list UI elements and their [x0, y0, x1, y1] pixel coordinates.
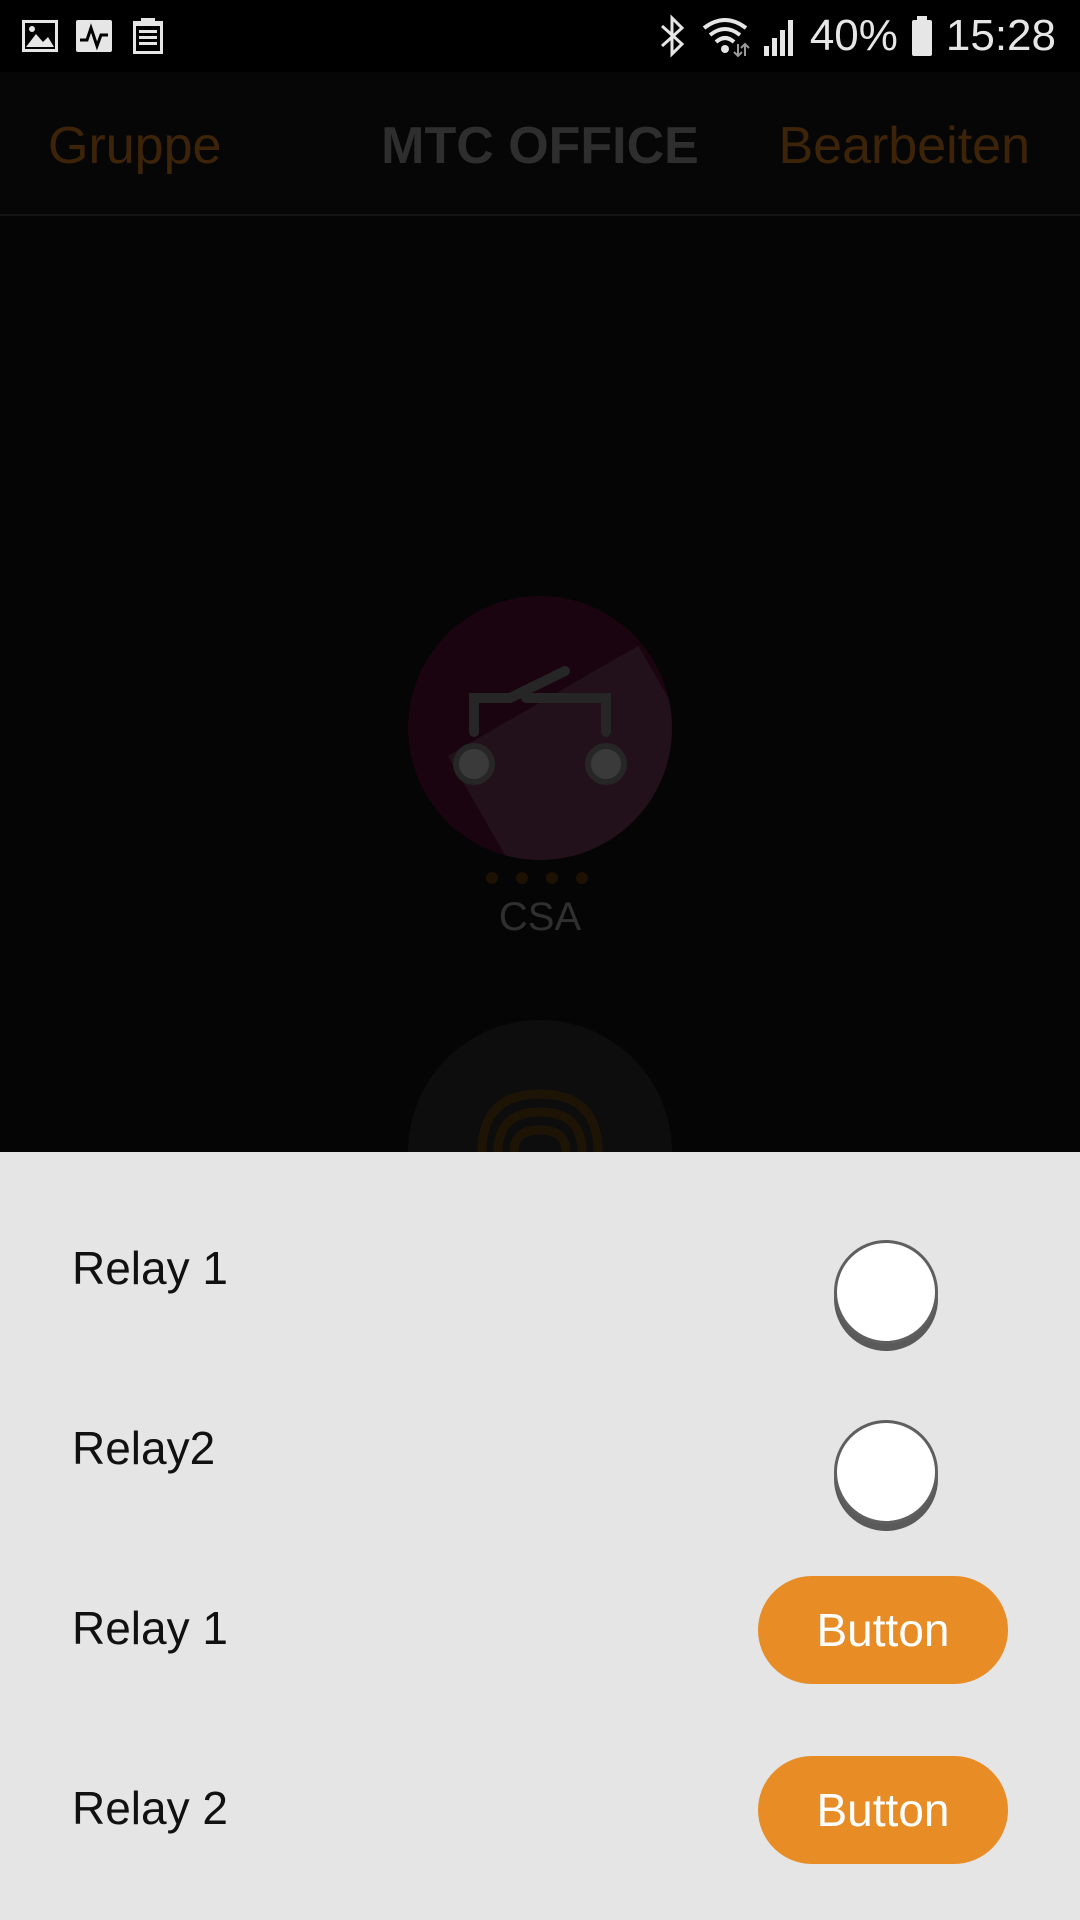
relay-2-button[interactable]: Button: [758, 1756, 1008, 1864]
battery-icon: [911, 16, 932, 56]
dot: [516, 872, 528, 884]
relay-1-button[interactable]: Button: [758, 1576, 1008, 1684]
relay-row: Relay 1: [0, 1178, 1080, 1358]
edit-link[interactable]: Bearbeiten: [778, 116, 1030, 176]
wifi-icon: [702, 18, 750, 58]
app-header: Gruppe MTC OFFICE Bearbeiten: [0, 72, 1080, 216]
system-status: 40% 15:28: [658, 8, 1056, 64]
signal-icon: [763, 20, 793, 56]
relay-row: Relay 1 Button: [0, 1538, 1080, 1718]
dot: [546, 872, 558, 884]
relay-label: Relay 1: [72, 1602, 228, 1654]
activity-icon: [76, 20, 112, 52]
bluetooth-icon: [660, 14, 684, 58]
battery-percent: 40%: [809, 11, 898, 60]
relay-label: Relay 2: [72, 1782, 228, 1834]
relay-2-radio[interactable]: [834, 1420, 938, 1524]
dot: [486, 872, 498, 884]
relay-label: Relay 1: [72, 1242, 228, 1294]
clock: 15:28: [945, 11, 1056, 60]
notification-icons: [20, 16, 168, 56]
relay-row: Relay2: [0, 1358, 1080, 1538]
dot: [576, 872, 588, 884]
relay-switch-icon: [453, 666, 627, 785]
relay-row: Relay 2 Button: [0, 1718, 1080, 1898]
status-bar: 40% 15:28: [0, 0, 1080, 72]
screen: 40% 15:28 Gruppe MTC OFFICE Bearbeiten C…: [0, 0, 1080, 1920]
clipboard-icon: [133, 18, 163, 54]
device-tile[interactable]: [408, 596, 672, 860]
relay-label: Relay2: [72, 1422, 216, 1474]
status-dots: [486, 872, 588, 884]
gallery-icon: [22, 20, 58, 52]
bottom-sheet: Relay 1 Relay2 Relay 1 Button Relay 2 Bu…: [0, 1152, 1080, 1920]
device-label: CSA: [498, 895, 582, 939]
relay-1-radio[interactable]: [834, 1240, 938, 1344]
